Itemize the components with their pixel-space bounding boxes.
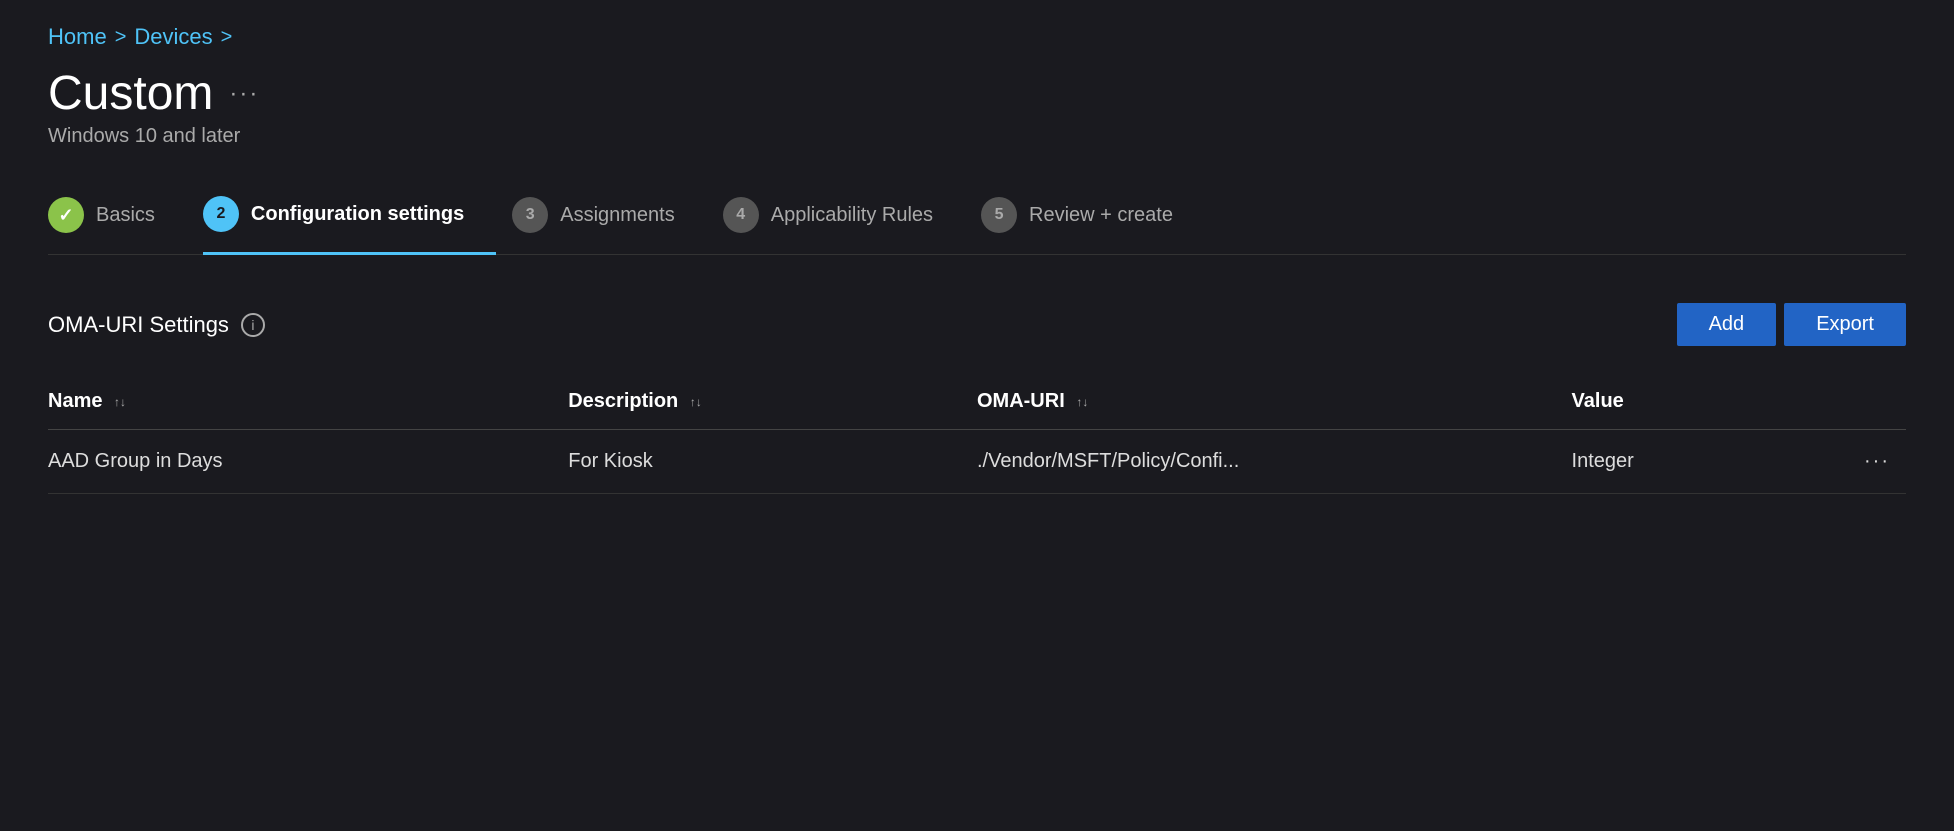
col-header-name: Name ↑↓ — [48, 378, 568, 430]
page-subtitle: Windows 10 and later — [48, 125, 1906, 148]
step-applicability-rules[interactable]: 4 Applicability Rules — [723, 181, 965, 253]
sort-icon-name[interactable]: ↑↓ — [114, 396, 126, 408]
breadcrumb: Home > Devices > — [48, 24, 1906, 50]
step-configuration-settings[interactable]: 2 Configuration settings — [203, 180, 496, 255]
section-title: OMA-URI Settings — [48, 312, 229, 338]
step-review-create[interactable]: 5 Review + create — [981, 181, 1205, 253]
col-header-value: Value — [1572, 378, 1832, 430]
col-header-oma-uri: OMA-URI ↑↓ — [977, 378, 1572, 430]
cell-description: For Kiosk — [568, 430, 977, 494]
step-review-badge: 5 — [981, 197, 1017, 233]
step-config-label: Configuration settings — [251, 203, 464, 226]
check-icon: ✓ — [58, 205, 73, 226]
step-basics[interactable]: ✓ Basics — [48, 181, 187, 253]
cell-row-actions[interactable]: ··· — [1832, 430, 1906, 494]
step-applicability-badge: 4 — [723, 197, 759, 233]
oma-uri-table: Name ↑↓ Description ↑↓ OMA-URI ↑↓ Value — [48, 378, 1906, 494]
step-assignments[interactable]: 3 Assignments — [512, 181, 707, 253]
step-applicability-label: Applicability Rules — [771, 204, 933, 227]
info-icon[interactable]: i — [241, 313, 265, 337]
add-button[interactable]: Add — [1677, 303, 1777, 346]
col-header-description: Description ↑↓ — [568, 378, 977, 430]
breadcrumb-sep1: > — [115, 26, 127, 49]
cell-oma-uri: ./Vendor/MSFT/Policy/Confi... — [977, 430, 1572, 494]
table-header-row: Name ↑↓ Description ↑↓ OMA-URI ↑↓ Value — [48, 378, 1906, 430]
page-title: Custom — [48, 66, 213, 121]
steps-navigation: ✓ Basics 2 Configuration settings 3 Assi… — [48, 180, 1906, 255]
more-options-button[interactable]: ··· — [229, 80, 259, 108]
page-header: Custom ··· Windows 10 and later — [48, 66, 1906, 148]
step-review-label: Review + create — [1029, 204, 1173, 227]
col-header-actions — [1832, 378, 1906, 430]
page-container: Home > Devices > Custom ··· Windows 10 a… — [0, 0, 1954, 518]
content-area: OMA-URI Settings i Add Export Name ↑↓ — [48, 303, 1906, 494]
button-group: Add Export — [1677, 303, 1906, 346]
step-assignments-label: Assignments — [560, 204, 675, 227]
cell-name: AAD Group in Days — [48, 430, 568, 494]
sort-icon-description[interactable]: ↑↓ — [690, 396, 702, 408]
export-button[interactable]: Export — [1784, 303, 1906, 346]
sort-icon-oma-uri[interactable]: ↑↓ — [1076, 396, 1088, 408]
section-title-group: OMA-URI Settings i — [48, 312, 265, 338]
section-header: OMA-URI Settings i Add Export — [48, 303, 1906, 346]
step-basics-label: Basics — [96, 204, 155, 227]
step-config-badge: 2 — [203, 196, 239, 232]
step-assignments-badge: 3 — [512, 197, 548, 233]
cell-value: Integer — [1572, 430, 1832, 494]
step-basics-badge: ✓ — [48, 197, 84, 233]
table-row: AAD Group in Days For Kiosk ./Vendor/MSF… — [48, 430, 1906, 494]
breadcrumb-home[interactable]: Home — [48, 24, 107, 50]
breadcrumb-sep2: > — [221, 26, 233, 49]
breadcrumb-devices[interactable]: Devices — [134, 24, 212, 50]
